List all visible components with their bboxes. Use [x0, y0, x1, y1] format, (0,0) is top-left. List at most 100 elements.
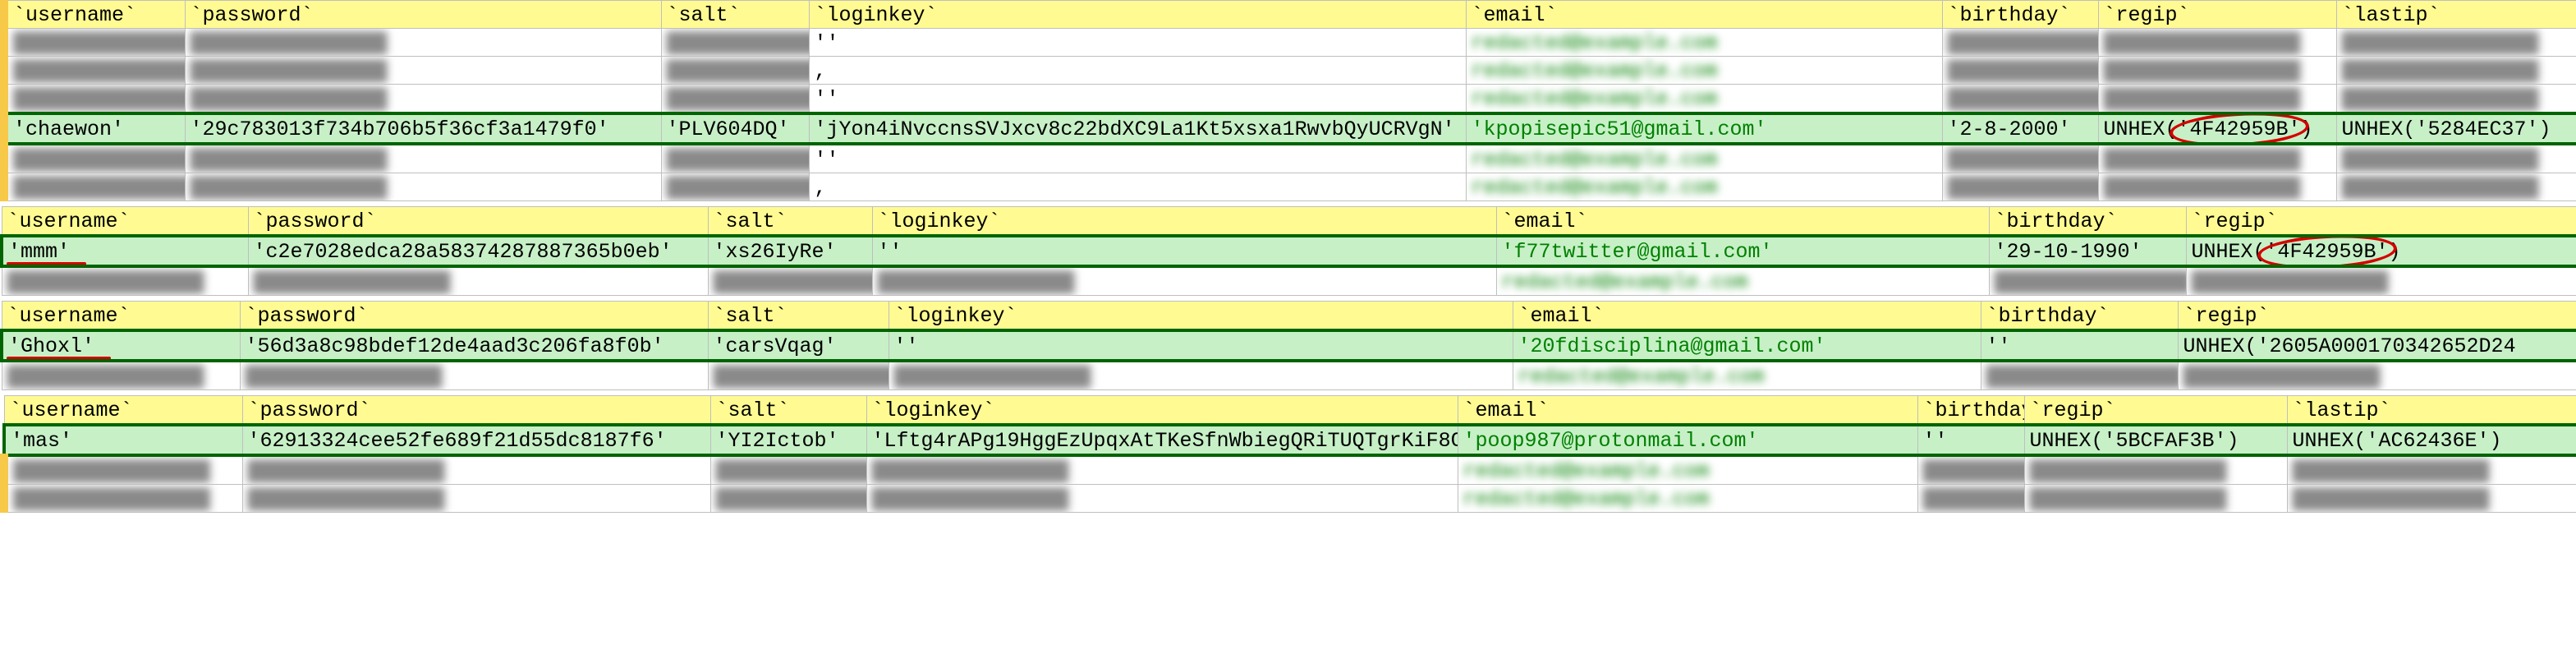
redacted: ████████████████ — [2030, 459, 2227, 483]
col-birthday: `birthday` — [1917, 396, 2024, 426]
redacted: ████████████████ — [1948, 176, 2099, 200]
redacted: ████████████████ — [2104, 148, 2301, 172]
redacted: ████████████████ — [254, 270, 451, 294]
col-username: `username` — [4, 396, 242, 426]
redacted: ████████████████ — [191, 31, 388, 55]
cell-username: 'chaewon' — [4, 113, 185, 144]
data-table-1: `username` `password` `salt` `loginkey` … — [0, 0, 2576, 201]
col-password: `password` — [248, 207, 708, 237]
col-username: `username` — [2, 302, 240, 331]
redacted: ████████████████ — [2030, 487, 2227, 511]
col-birthday: `birthday` — [1989, 207, 2186, 237]
cell-loginkey: '' — [872, 236, 1496, 266]
col-regip: `regip` — [2098, 1, 2336, 29]
cell-loginkey: , — [809, 173, 1466, 201]
redacted: redacted@example.com — [1463, 487, 1710, 511]
data-table-2: `username` `password` `salt` `loginkey` … — [0, 206, 2576, 296]
header-row: `username` `password` `salt` `loginkey` … — [4, 396, 2576, 426]
redacted: ████████████████ — [248, 459, 445, 483]
redacted: ████████████████ — [1948, 87, 2099, 111]
redacted: ████████████████ — [1948, 59, 2099, 83]
redacted: ████████████████ — [716, 487, 867, 511]
table-block-4: `username` `password` `salt` `loginkey` … — [0, 395, 2576, 513]
col-loginkey: `loginkey` — [809, 1, 1466, 29]
table-row: ████████████████ ████████████████ ██████… — [4, 57, 2576, 85]
redacted: ████████████████ — [13, 59, 185, 83]
redacted: ████████████████ — [667, 176, 810, 200]
redacted: ████████████████ — [714, 270, 873, 294]
redacted: ████████████████ — [1986, 365, 2179, 389]
redacted: ████████████████ — [714, 365, 889, 389]
redacted: ████████████████ — [2104, 176, 2301, 200]
header-row: `username` `password` `salt` `loginkey` … — [2, 207, 2576, 237]
redacted: ████████████████ — [894, 365, 1091, 389]
table-block-2: `username` `password` `salt` `loginkey` … — [0, 206, 2576, 296]
redacted: ████████████████ — [2342, 59, 2539, 83]
redacted: ████████████████ — [2104, 31, 2301, 55]
redacted: ████████████████ — [667, 31, 810, 55]
redacted: ████████████████ — [716, 459, 867, 483]
cell-regip: UNHEX('5BCFAF3B') — [2024, 425, 2287, 455]
redacted: ████████████████ — [248, 487, 445, 511]
underlined-username: 'Ghoxl' — [8, 334, 94, 358]
cell-username: 'Ghoxl' — [2, 330, 240, 361]
redacted: ████████████████ — [1923, 459, 2025, 483]
col-email: `email` — [1513, 302, 1981, 331]
table-row: ████████████████ ████████████████ ██████… — [4, 29, 2576, 57]
col-lastip: `lastip` — [2287, 396, 2576, 426]
highlighted-row: 'Ghoxl' '56d3a8c98bdef12de4aad3c206fa8f0… — [2, 330, 2576, 361]
redacted: redacted@example.com — [1472, 59, 1718, 83]
cell-salt: 'PLV604DQ' — [661, 113, 809, 144]
cell-loginkey: 'jYon4iNvccnsSVJxcv8c22bdXC9La1Kt5xsxa1R… — [809, 113, 1466, 144]
redacted: ████████████████ — [13, 176, 185, 200]
col-salt: `salt` — [708, 207, 872, 237]
table-row: ████████████████ ████████████████ ██████… — [4, 455, 2576, 485]
redacted: ████████████████ — [2293, 459, 2490, 483]
cell-loginkey: '' — [809, 144, 1466, 173]
cell-password: '56d3a8c98bdef12de4aad3c206fa8f0b' — [240, 330, 708, 361]
cell-birthday: '2-8-2000' — [1942, 113, 2098, 144]
cell-salt: 'YI2Ictob' — [710, 425, 866, 455]
redacted: ████████████████ — [667, 148, 810, 172]
col-loginkey: `loginkey` — [866, 396, 1458, 426]
table-row: ████████████████ ████████████████ ██████… — [2, 266, 2576, 296]
col-birthday: `birthday` — [1981, 302, 2178, 331]
redacted: ████████████████ — [872, 459, 1069, 483]
highlighted-row: 'mmm' 'c2e7028edca28a58374287887365b0eb'… — [2, 236, 2576, 266]
col-email: `email` — [1496, 207, 1989, 237]
col-password: `password` — [242, 396, 710, 426]
cell-birthday: '29-10-1990' — [1989, 236, 2186, 266]
col-regip: `regip` — [2178, 302, 2576, 331]
redacted: redacted@example.com — [1472, 87, 1718, 111]
redacted: redacted@example.com — [1518, 365, 1765, 389]
cell-loginkey: 'Lftg4rAPg19HggEzUpqxAtTKeSfnWbiegQRiTUQ… — [866, 425, 1458, 455]
cell-loginkey: '' — [809, 29, 1466, 57]
underlined-username: 'mmm' — [8, 240, 70, 264]
cell-email: 'kpopisepic51@gmail.com' — [1466, 113, 1942, 144]
col-regip: `regip` — [2186, 207, 2576, 237]
cell-password: '62913324cee52fe689f21d55dc8187f6' — [242, 425, 710, 455]
table-row: ████████████████ ████████████████ ██████… — [4, 173, 2576, 201]
highlighted-row: 'chaewon' '29c783013f734b706b5f36cf3a147… — [4, 113, 2576, 144]
cell-username: 'mas' — [4, 425, 242, 455]
table-row: ████████████████ ████████████████ ██████… — [4, 144, 2576, 173]
col-salt: `salt` — [661, 1, 809, 29]
col-username: `username` — [4, 1, 185, 29]
cell-regip: UNHEX('4F42959B') — [2186, 236, 2576, 266]
redacted: redacted@example.com — [1502, 270, 1748, 294]
redacted: ████████████████ — [667, 59, 810, 83]
cell-lastip: UNHEX('5284EC37') — [2336, 113, 2576, 144]
redacted: redacted@example.com — [1472, 148, 1718, 172]
table-block-3: `username` `password` `salt` `loginkey` … — [0, 301, 2576, 390]
redacted: ████████████████ — [13, 459, 210, 483]
redacted: redacted@example.com — [1472, 31, 1718, 55]
redacted: ████████████████ — [2104, 87, 2301, 111]
redacted: ████████████████ — [191, 148, 388, 172]
cell-email: '20fdisciplina@gmail.com' — [1513, 330, 1981, 361]
cell-loginkey: '' — [889, 330, 1513, 361]
redacted: ████████████████ — [2293, 487, 2490, 511]
redacted: ████████████████ — [191, 87, 388, 111]
redacted: ████████████████ — [2104, 59, 2301, 83]
col-salt: `salt` — [710, 396, 866, 426]
cell-email: 'f77twitter@gmail.com' — [1496, 236, 1989, 266]
